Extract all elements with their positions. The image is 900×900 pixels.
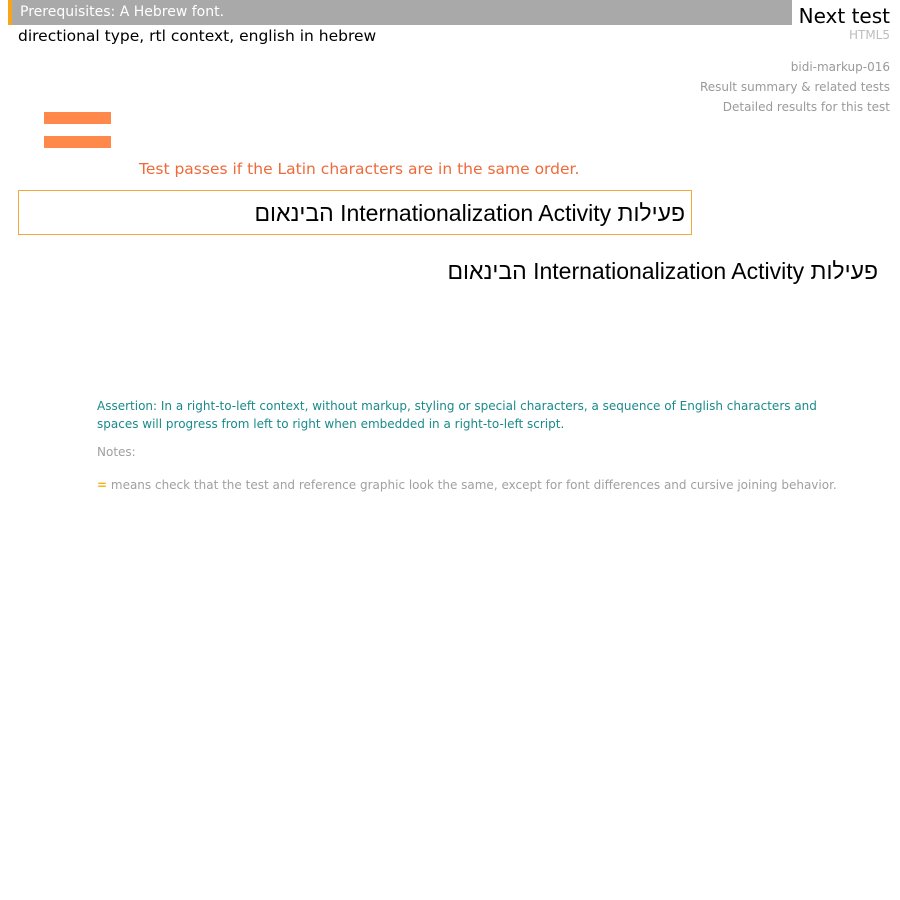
assertion-text: Assertion: In a right-to-left context, w… [97,399,817,431]
notes-label: Notes: [97,445,136,459]
reference-text: פעילות Internationalization Activity הבי… [447,258,878,284]
equals-icon-bottom-bar [44,136,111,148]
test-text: פעילות Internationalization Activity הבי… [254,200,685,226]
detailed-results-link[interactable]: Detailed results for this test [723,100,890,114]
spec-label: HTML5 [848,28,890,42]
next-test-link[interactable]: Next test [799,4,890,28]
test-title: directional type, rtl context, english i… [18,27,377,45]
prerequisites-text: Prerequisites: A Hebrew font. [20,4,225,20]
notes-equals-symbol: = [97,478,108,492]
test-box: פעילות Internationalization Activity הבי… [18,190,692,235]
notes-line: = means check that the test and referenc… [97,478,837,492]
equals-icon-top-bar [44,112,111,124]
result-summary-link[interactable]: Result summary & related tests [700,80,890,94]
test-instructions: Test passes if the Latin characters are … [139,160,580,178]
prerequisites-bar: Prerequisites: A Hebrew font. [8,0,792,25]
notes-text: means check that the test and reference … [107,478,837,492]
equals-icon [44,112,111,148]
test-id-link[interactable]: bidi-markup-016 [791,60,890,74]
